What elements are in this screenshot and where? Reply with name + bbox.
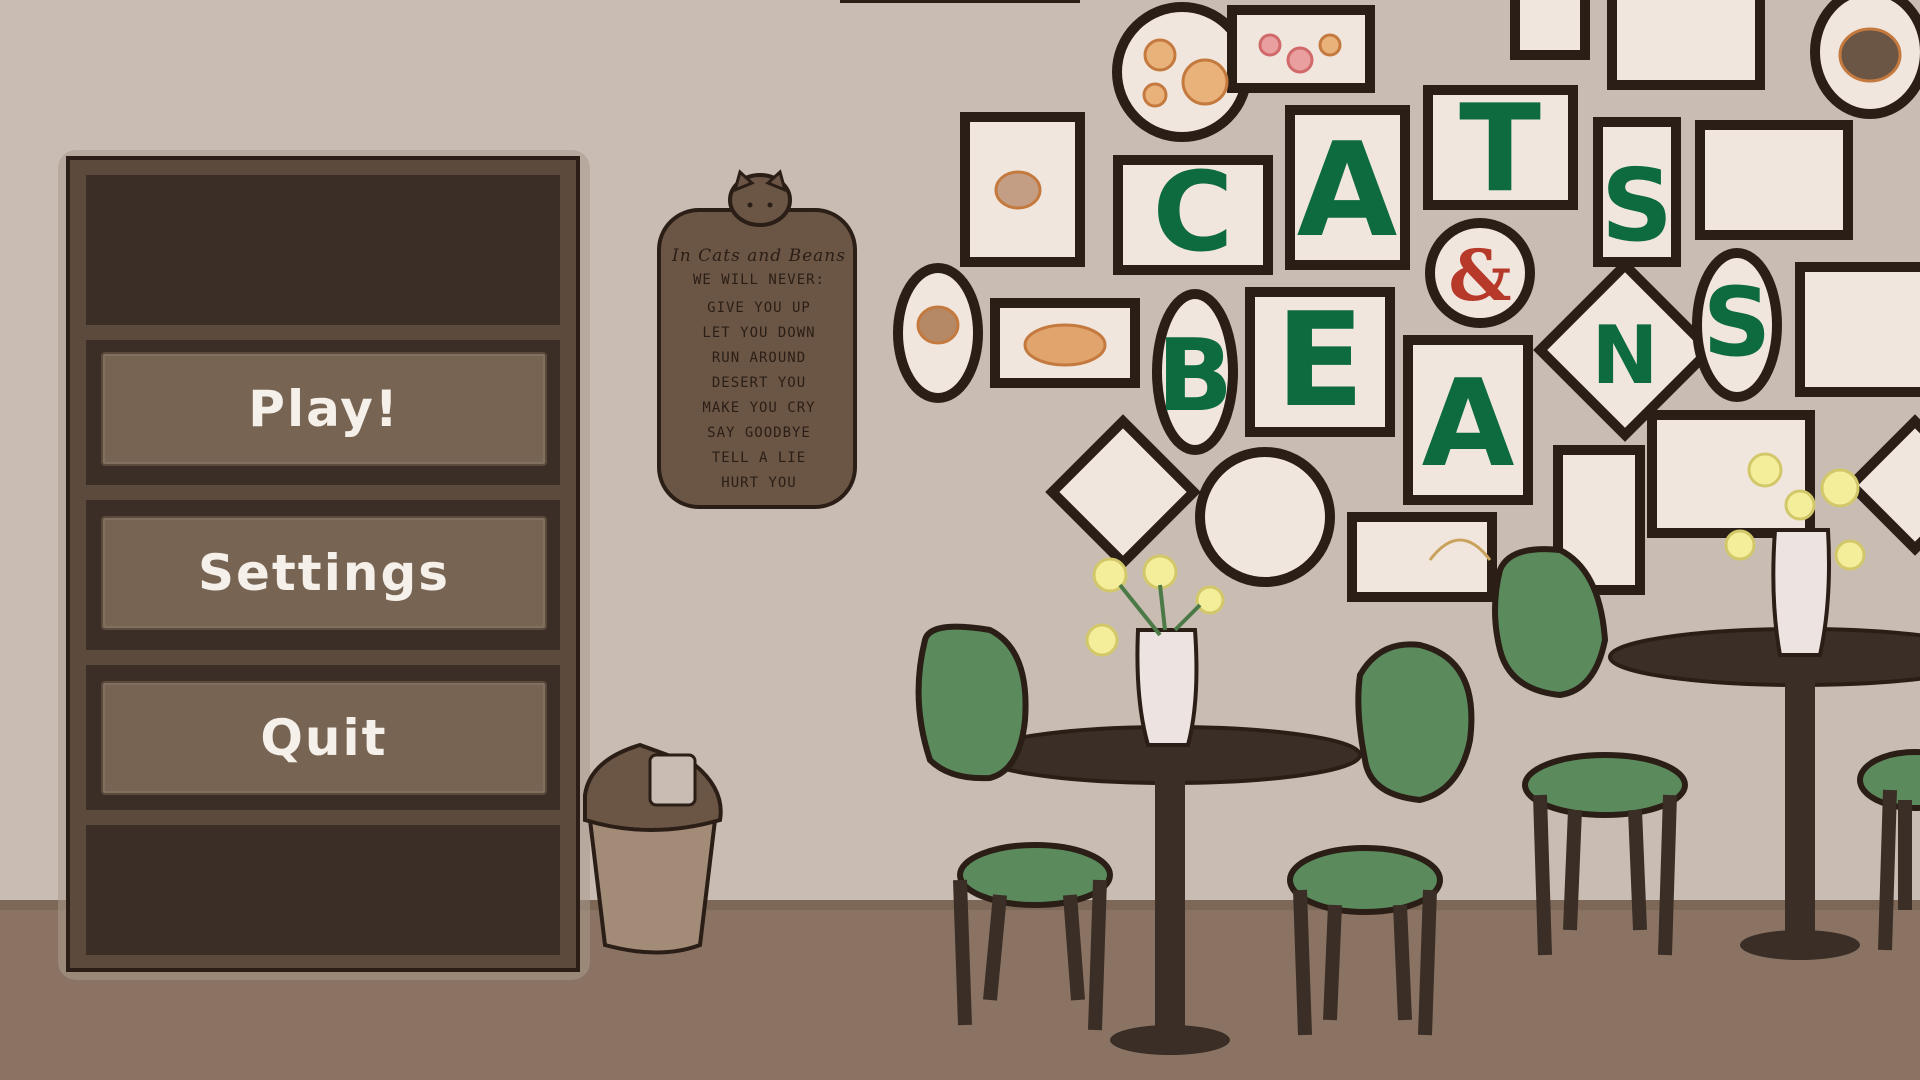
trash-can: [583, 742, 723, 955]
sign-line: DESERT YOU: [711, 375, 807, 391]
sign-line: RUN AROUND: [711, 350, 807, 366]
title-letter-e: E: [1276, 284, 1365, 436]
title-letter-b: B: [1157, 317, 1233, 434]
title-letter-s: S: [1601, 147, 1673, 264]
title-letter-a: A: [1297, 114, 1398, 266]
title-letter-s2: S: [1703, 268, 1771, 378]
sign-line: SAY GOODBYE: [707, 425, 811, 441]
title-ampersand: &: [1448, 234, 1511, 317]
title-letter-n: N: [1592, 309, 1659, 402]
sign-line: GIVE YOU UP: [707, 300, 811, 316]
sign-title: In Cats and Beans: [672, 246, 846, 266]
quit-button-label: Quit: [260, 709, 388, 767]
sign-subtitle: WE WILL NEVER:: [692, 272, 825, 288]
sign-line: HURT YOU: [721, 475, 797, 491]
settings-button-label: Settings: [197, 544, 450, 602]
sign-line: TELL A LIE: [711, 450, 807, 466]
game-main-menu: C A T S & B E A N S In Cats and Beans WE…: [0, 0, 1920, 1080]
quit-button[interactable]: Quit: [101, 681, 547, 795]
title-letter-t: T: [1459, 80, 1541, 219]
title-letter-c: C: [1153, 148, 1234, 276]
title-letter-a2: A: [1422, 355, 1515, 494]
play-button-label: Play!: [248, 380, 400, 438]
sign-line: LET YOU DOWN: [702, 325, 816, 341]
sign-line: MAKE YOU CRY: [702, 400, 816, 416]
play-button[interactable]: Play!: [101, 352, 547, 466]
settings-button[interactable]: Settings: [101, 516, 547, 630]
